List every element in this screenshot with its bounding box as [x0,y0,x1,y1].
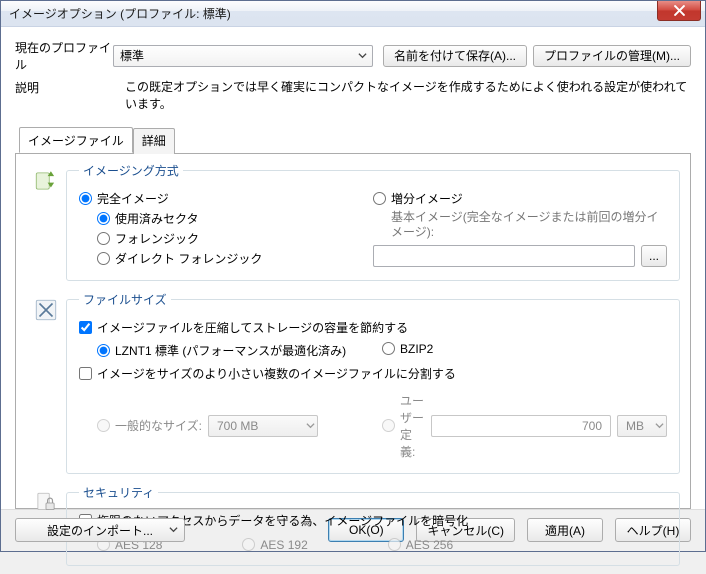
description-text: この既定オプションでは早く確実にコンパクトなイメージを作成するためによく使われる… [125,79,691,113]
window-title: イメージオプション (プロファイル: 標準) [9,5,231,22]
base-image-input[interactable] [373,245,635,267]
radio-direct-forensic-input[interactable] [97,252,110,265]
radio-incremental[interactable]: 増分イメージ [373,190,667,207]
check-split[interactable]: イメージをサイズのより小さい複数のイメージファイルに分割する [79,365,667,382]
browse-button[interactable]: ... [641,245,667,267]
imaging-legend: イメージング方式 [79,162,183,179]
chevron-down-icon [354,47,370,65]
close-icon [674,5,685,16]
manage-profiles-button[interactable]: プロファイルの管理(M)... [533,45,691,67]
tab-image-file[interactable]: イメージファイル [19,127,133,153]
profile-selected: 標準 [120,47,144,64]
filesize-group: ファイルサイズ イメージファイルを圧縮してストレージの容量を節約する LZNT1… [66,291,680,474]
description-label: 説明 [15,79,125,113]
radio-forensic[interactable]: フォレンジック [97,230,373,247]
check-compress-input[interactable] [79,321,92,334]
security-legend: セキュリティ [79,484,158,501]
tab-panel: イメージング方式 完全イメージ 使用済みセクタ [15,153,691,509]
radio-aes256: AES 256 [388,538,453,552]
radio-used-sectors-input[interactable] [97,212,110,225]
current-profile-label: 現在のプロファイル [15,39,113,73]
user-size-unit: MB [617,415,667,437]
radio-user-defined: ユーザー定義: [382,392,425,460]
radio-used-sectors[interactable]: 使用済みセクタ [97,210,373,227]
check-compress[interactable]: イメージファイルを圧縮してストレージの容量を節約する [79,319,667,336]
user-size-field: 700 [431,415,611,437]
save-as-button[interactable]: 名前を付けて保存(A)... [383,45,527,67]
radio-incremental-input[interactable] [373,192,386,205]
filesize-icon [26,291,66,482]
radio-lznt1-input[interactable] [97,344,110,357]
radio-lznt1[interactable]: LZNT1 標準 (パフォーマンスが最適化済み) [97,342,382,359]
radio-aes256-input [388,538,401,551]
imaging-group: イメージング方式 完全イメージ 使用済みセクタ [66,162,680,281]
radio-aes192: AES 192 [242,538,307,552]
profile-select[interactable]: 標準 [113,45,373,67]
imaging-icon [26,162,66,289]
chevron-down-icon [306,419,315,433]
base-image-hint: 基本イメージ(完全なイメージまたは前回の増分イメージ): [391,210,667,241]
radio-forensic-input[interactable] [97,232,110,245]
general-size-combo: 700 MB [208,415,318,437]
radio-bzip2[interactable]: BZIP2 [382,342,667,356]
tab-advanced[interactable]: 詳細 [133,128,175,154]
radio-general-size-input [97,419,110,432]
radio-full-image[interactable]: 完全イメージ [79,190,373,207]
radio-user-defined-input [382,419,395,432]
radio-direct-forensic[interactable]: ダイレクト フォレンジック [97,250,373,267]
radio-full-image-input[interactable] [79,192,92,205]
radio-general-size: 一般的なサイズ: [97,417,202,434]
chevron-down-icon [655,419,664,433]
chevron-down-icon [169,523,178,537]
check-split-input[interactable] [79,367,92,380]
import-settings-button[interactable]: 設定のインポート... [15,518,185,542]
radio-aes192-input [242,538,255,551]
radio-bzip2-input[interactable] [382,342,395,355]
close-button[interactable] [657,1,701,21]
filesize-legend: ファイルサイズ [79,291,171,308]
